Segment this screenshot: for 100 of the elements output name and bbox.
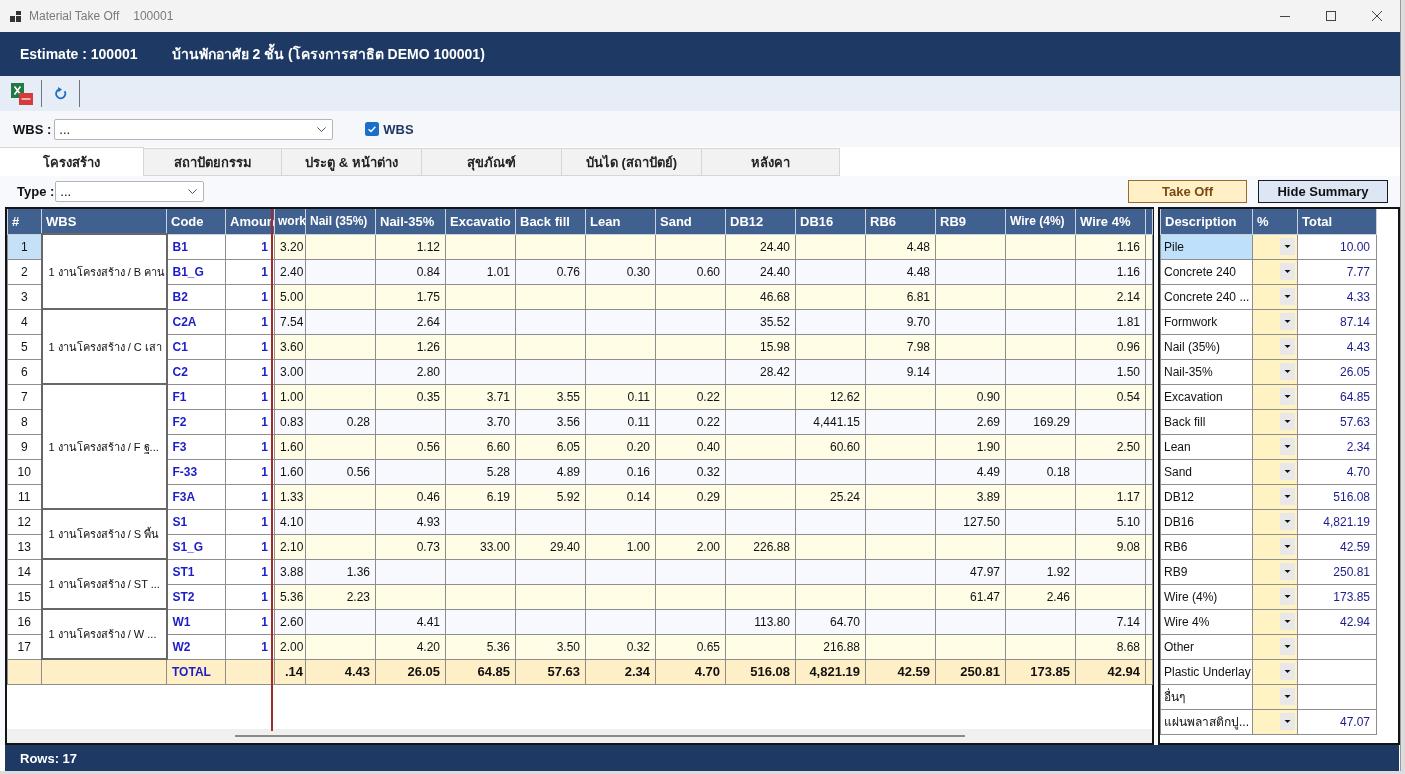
column-header: Excavatio — [445, 209, 516, 234]
row-number-cell[interactable]: 7 — [7, 384, 42, 409]
description-cell[interactable]: อื่นๆ — [1160, 684, 1253, 709]
close-icon — [1372, 11, 1382, 21]
column-header: Lean — [585, 209, 656, 234]
description-cell[interactable]: Wire 4% — [1160, 609, 1253, 634]
refresh-icon — [55, 87, 67, 100]
description-cell[interactable]: Plastic Underlay — [1160, 659, 1253, 684]
row-number-cell[interactable]: 17 — [7, 634, 42, 659]
chevron-icon — [317, 126, 327, 132]
type-label: Type : — [17, 184, 55, 199]
caret-icon — [1280, 613, 1295, 630]
description-cell[interactable]: Other — [1160, 634, 1253, 659]
caret-icon — [1280, 413, 1295, 430]
row-number-cell[interactable]: 3 — [7, 284, 42, 309]
caret-icon — [1280, 488, 1295, 505]
estimate-number: Estimate : 100001 — [20, 46, 138, 62]
row-number-cell[interactable]: 4 — [7, 309, 42, 334]
tab[interactable]: ประตู & หน้าต่าง — [282, 148, 422, 176]
column-header: Back fill — [515, 209, 586, 234]
row-number-cell[interactable]: 6 — [7, 359, 42, 384]
checkbox-label: WBS — [383, 121, 414, 137]
column-header: % — [1252, 209, 1298, 234]
hide-summary-button[interactable]: Hide Summary — [1258, 180, 1388, 203]
wbs-cell: 1 งานโครงสร้าง / B คาน — [41, 234, 167, 309]
description-cell[interactable]: Excavation — [1160, 384, 1253, 409]
tab[interactable]: หลังคา — [702, 148, 840, 176]
row-number-cell[interactable]: 1 — [7, 234, 42, 259]
maximize-icon — [1326, 11, 1336, 21]
wbs-dropdown[interactable]: ... — [54, 118, 334, 140]
tab[interactable]: สุขภัณฑ์ — [422, 148, 562, 176]
description-cell[interactable]: Concrete 240 — [1160, 259, 1253, 284]
tab[interactable]: สถาปัตยกรรม — [144, 148, 282, 176]
row-number-cell[interactable]: 5 — [7, 334, 42, 359]
chevron-icon — [188, 189, 198, 194]
column-header: Description — [1160, 209, 1253, 234]
caret-icon — [1280, 588, 1295, 605]
tab[interactable]: โครงสร้าง — [0, 147, 144, 176]
wbs-cell: 1 งานโครงสร้าง / C เสา — [41, 309, 167, 384]
project-title: บ้านพักอาศัย 2 ชั้น (โครงการสาธิต DEMO 100001) — [171, 43, 485, 65]
description-cell[interactable]: Back fill — [1160, 409, 1253, 434]
wbs-cell: 1 งานโครงสร้าง / ST ... — [41, 559, 167, 609]
description-cell[interactable]: RB9 — [1160, 559, 1253, 584]
row-number-cell[interactable]: 16 — [7, 609, 42, 634]
column-header: RB9 — [935, 209, 1006, 234]
row-number-cell[interactable]: 8 — [7, 409, 42, 434]
description-cell[interactable]: Nail (35%) — [1160, 334, 1253, 359]
description-cell[interactable]: Concrete 240 ... — [1160, 284, 1253, 309]
column-header: Wire 4% — [1075, 209, 1146, 234]
take-off-button[interactable]: Take Off — [1128, 180, 1247, 203]
description-cell[interactable]: Formwork — [1160, 309, 1253, 334]
description-cell[interactable]: แผ่นพลาสติกปู... — [1160, 709, 1253, 734]
column-header: Total — [1297, 209, 1377, 234]
description-cell[interactable]: Nail-35% — [1160, 359, 1253, 384]
description-cell[interactable]: DB16 — [1160, 509, 1253, 534]
description-cell[interactable]: Sand — [1160, 459, 1253, 484]
column-header: # — [7, 209, 42, 234]
description-cell[interactable]: DB12 — [1160, 484, 1253, 509]
row-number-cell[interactable]: 14 — [7, 559, 42, 584]
export-icon — [11, 82, 33, 105]
column-header: DB16 — [795, 209, 866, 234]
column-header: Sand — [655, 209, 726, 234]
type-dropdown[interactable]: ... — [55, 181, 205, 202]
row-number-cell[interactable]: 10 — [7, 459, 42, 484]
row-count: Rows: 17 — [20, 750, 78, 766]
refresh-button[interactable] — [55, 87, 67, 100]
row-number-cell[interactable]: 15 — [7, 584, 42, 609]
description-cell[interactable]: Lean — [1160, 434, 1253, 459]
horizontal-scrollbar[interactable] — [235, 735, 965, 737]
caret-icon — [1280, 538, 1295, 555]
wbs-checkbox[interactable] — [365, 122, 380, 136]
column-header: WBS — [41, 209, 167, 234]
wbs-label: WBS : — [13, 121, 52, 137]
row-number-cell[interactable]: 9 — [7, 434, 42, 459]
caret-icon — [1280, 463, 1295, 480]
minimize-icon — [1280, 15, 1290, 17]
row-number-cell[interactable]: 11 — [7, 484, 42, 509]
caret-icon — [1280, 663, 1295, 680]
tab[interactable]: บันได (สถาปัตย์) — [562, 148, 702, 176]
column-header: Code — [166, 209, 226, 234]
caret-icon — [1280, 713, 1295, 730]
wbs-cell: 1 งานโครงสร้าง / S พื้น — [41, 509, 167, 559]
document-number: 100001 — [133, 9, 174, 23]
caret-icon — [1280, 263, 1295, 280]
caret-icon — [1280, 638, 1295, 655]
description-cell[interactable]: Wire (4%) — [1160, 584, 1253, 609]
caret-icon — [1280, 313, 1295, 330]
export-button[interactable] — [11, 82, 33, 105]
row-number-cell[interactable]: 12 — [7, 509, 42, 534]
caret-icon — [1280, 363, 1295, 380]
description-cell[interactable]: RB6 — [1160, 534, 1253, 559]
caret-icon — [1280, 288, 1295, 305]
window-title: Material Take Off — [29, 9, 120, 23]
caret-icon — [1280, 438, 1295, 455]
column-header: DB12 — [725, 209, 796, 234]
row-number-cell[interactable]: 2 — [7, 259, 42, 284]
caret-icon — [1280, 338, 1295, 355]
description-cell[interactable]: Pile — [1160, 234, 1253, 259]
row-number-cell[interactable]: 13 — [7, 534, 42, 559]
wbs-cell: 1 งานโครงสร้าง / F ฐ... — [41, 384, 167, 509]
